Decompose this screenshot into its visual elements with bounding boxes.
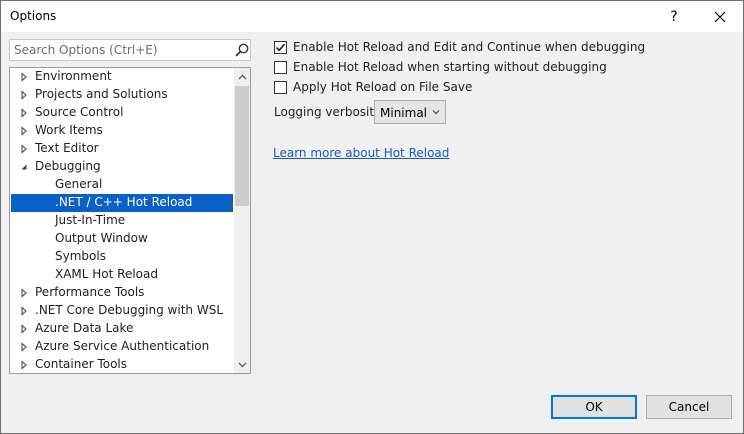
logging-verbosity-dropdown[interactable]: Minimal: [374, 100, 446, 124]
enable-without-debugging-option[interactable]: Enable Hot Reload when starting without …: [274, 59, 607, 75]
tree-item-label: General: [55, 177, 103, 191]
window-title: Options: [10, 9, 57, 23]
expand-arrow-icon[interactable]: [19, 126, 29, 136]
enable-without-debugging-checkbox[interactable]: [274, 60, 287, 74]
close-icon: [714, 11, 726, 22]
scroll-up-button[interactable]: [234, 68, 250, 85]
tree-item[interactable]: Output Window: [11, 230, 233, 248]
collapse-arrow-icon[interactable]: [19, 162, 29, 172]
tree-item[interactable]: Performance Tools: [11, 284, 233, 302]
tree-item-label: Azure Service Authentication: [35, 339, 210, 353]
tree-item-label: .NET / C++ Hot Reload: [55, 195, 193, 209]
apply-on-save-label: Apply Hot Reload on File Save: [293, 80, 473, 94]
apply-on-save-checkbox[interactable]: [274, 80, 287, 94]
tree-item[interactable]: Environment: [11, 68, 233, 86]
expand-arrow-icon[interactable]: [19, 72, 29, 82]
expand-arrow-icon[interactable]: [19, 360, 29, 370]
tree-item[interactable]: Text Editor: [11, 140, 233, 158]
logging-verbosity-label: Logging verbosity: [274, 105, 382, 119]
search-input[interactable]: [10, 40, 232, 60]
tree-item[interactable]: Source Control: [11, 104, 233, 122]
options-tree: Environment Projects and Solutions Source …: [9, 67, 251, 374]
logging-verbosity-value: Minimal: [380, 106, 428, 120]
chevron-down-icon: [238, 362, 246, 367]
tree-item[interactable]: Symbols: [11, 248, 233, 266]
tree-item[interactable]: .NET / C++ Hot Reload: [11, 194, 233, 212]
tree-item[interactable]: Azure Data Lake: [11, 320, 233, 338]
chevron-up-icon: [238, 74, 246, 79]
enable-hot-reload-option[interactable]: Enable Hot Reload and Edit and Continue …: [274, 39, 645, 55]
expand-arrow-icon[interactable]: [19, 324, 29, 334]
tree-item-label: Performance Tools: [35, 285, 145, 299]
checkmark-icon: [275, 43, 286, 51]
enable-hot-reload-checkbox[interactable]: [274, 40, 287, 54]
enable-without-debugging-label: Enable Hot Reload when starting without …: [293, 60, 607, 74]
options-dialog: Options ? Envir: [0, 0, 744, 434]
expand-arrow-icon[interactable]: [19, 288, 29, 298]
tree-item-label: .NET Core Debugging with WSL: [35, 303, 223, 317]
tree-item[interactable]: Debugging: [11, 158, 233, 176]
tree-item-label: Container Tools: [35, 357, 128, 371]
tree-item[interactable]: Container Tools: [11, 356, 233, 373]
help-button[interactable]: ?: [651, 1, 697, 32]
tree-item-label: Debugging: [35, 159, 101, 173]
apply-on-save-option[interactable]: Apply Hot Reload on File Save: [274, 79, 472, 95]
tree-item-label: Output Window: [55, 231, 148, 245]
tree-scrollbar[interactable]: [234, 68, 250, 373]
scroll-thumb[interactable]: [235, 86, 249, 206]
ok-button[interactable]: OK: [551, 395, 637, 419]
tree-item-label: Azure Data Lake: [35, 321, 134, 335]
learn-more-link[interactable]: Learn more about Hot Reload: [273, 146, 449, 160]
tree-item-label: Symbols: [55, 249, 106, 263]
tree-item-label: Source Control: [35, 105, 124, 119]
tree-item[interactable]: XAML Hot Reload: [11, 266, 233, 284]
tree-item-label: Text Editor: [35, 141, 99, 155]
search-box: [9, 39, 251, 61]
tree-item-label: XAML Hot Reload: [55, 267, 158, 281]
tree-item-label: Work Items: [35, 123, 103, 137]
tree-item[interactable]: .NET Core Debugging with WSL: [11, 302, 233, 320]
scroll-down-button[interactable]: [234, 356, 250, 373]
expand-arrow-icon[interactable]: [19, 90, 29, 100]
tree-item[interactable]: Azure Service Authentication: [11, 338, 233, 356]
tree-item-label: Just-In-Time: [55, 213, 126, 227]
title-bar: Options ?: [1, 1, 743, 32]
tree-item[interactable]: General: [11, 176, 233, 194]
expand-arrow-icon[interactable]: [19, 306, 29, 316]
search-icon[interactable]: [234, 42, 250, 58]
chevron-down-icon: [432, 110, 440, 115]
expand-arrow-icon[interactable]: [19, 144, 29, 154]
enable-hot-reload-label: Enable Hot Reload and Edit and Continue …: [293, 40, 646, 54]
tree-item[interactable]: Just-In-Time: [11, 212, 233, 230]
close-button[interactable]: [697, 1, 743, 32]
expand-arrow-icon[interactable]: [19, 108, 29, 118]
tree-item-label: Environment: [35, 69, 112, 83]
expand-arrow-icon[interactable]: [19, 342, 29, 352]
tree-item-label: Projects and Solutions: [35, 87, 168, 101]
tree-item[interactable]: Work Items: [11, 122, 233, 140]
cancel-button[interactable]: Cancel: [646, 395, 732, 419]
tree-item[interactable]: Projects and Solutions: [11, 86, 233, 104]
